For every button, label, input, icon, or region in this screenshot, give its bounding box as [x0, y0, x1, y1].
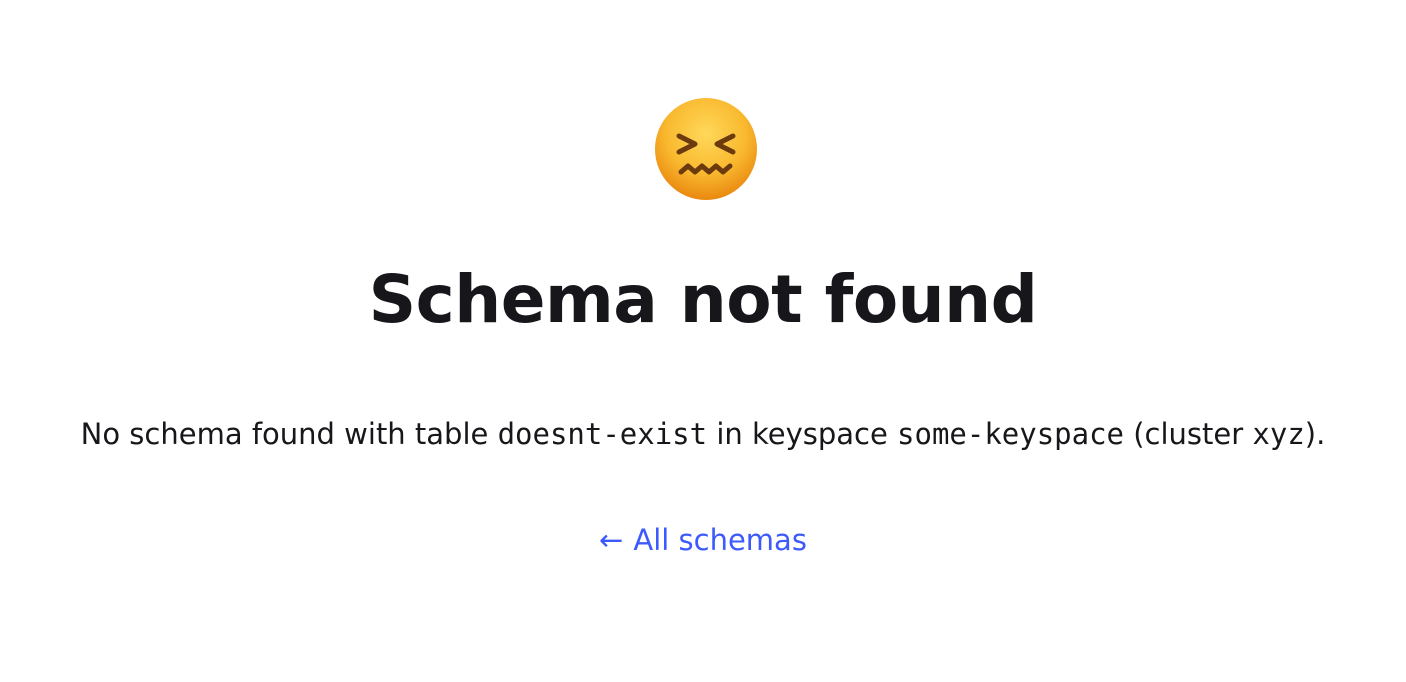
schema-not-found-page: Schema not found No schema found with ta… — [0, 0, 1406, 682]
all-schemas-link[interactable]: ← All schemas — [599, 523, 807, 557]
left-arrow-icon: ← — [599, 523, 624, 557]
back-link-container: ← All schemas — [0, 520, 1406, 560]
cluster-name: xyz — [1252, 417, 1305, 451]
confounded-face-icon — [655, 98, 757, 200]
cluster-close: ). — [1304, 417, 1326, 451]
all-schemas-label: All schemas — [633, 523, 807, 557]
table-name: doesnt-exist — [497, 417, 708, 451]
page-title: Schema not found — [368, 261, 1038, 338]
error-message: No schema found with table doesnt-exist … — [0, 414, 1406, 454]
message-middle: in keyspace — [716, 417, 888, 451]
message-prefix: No schema found with table — [80, 417, 489, 451]
cluster-open: (cluster — [1133, 417, 1244, 451]
keyspace-name: some-keyspace — [897, 417, 1125, 451]
